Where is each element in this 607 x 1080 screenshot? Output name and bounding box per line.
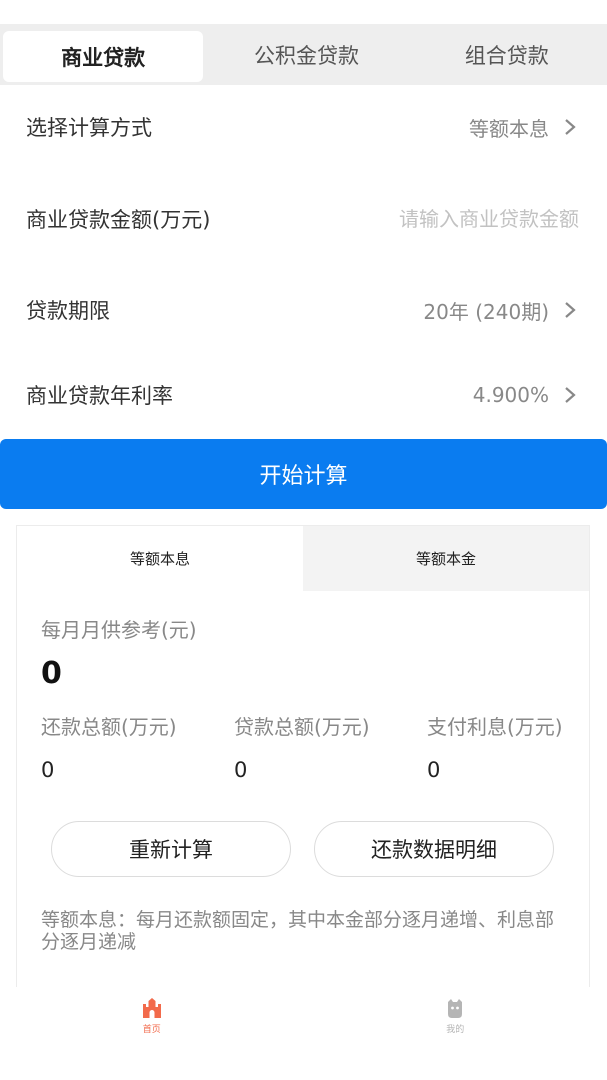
total-interest-label: 支付利息(万元) [427,715,563,739]
loan-term-value: 20年 (240期) [423,299,549,324]
recalculate-button[interactable]: 重新计算 [51,821,291,877]
monthly-payment-label: 每月月供参考(元) [41,618,197,642]
total-repayment-value: 0 [41,758,55,782]
loan-term-row[interactable]: 贷款期限 20年 (240期) [0,280,607,340]
total-loan-value: 0 [234,758,248,782]
calc-method-row[interactable]: 选择计算方式 等额本息 [0,97,607,157]
tab-provident-fund-loan[interactable]: 公积金贷款 [206,24,406,85]
interest-rate-label: 商业贷款年利率 [26,384,173,408]
repayment-method-tabs: 等额本息 等额本金 [17,526,589,591]
total-interest-stat: 支付利息(万元) 0 [427,711,563,782]
loan-type-tabs: 商业贷款 公积金贷款 组合贷款 [0,24,607,85]
monthly-payment-value: 0 [41,656,62,691]
calc-method-label: 选择计算方式 [26,116,152,140]
nav-label-home: 首页 [142,1025,161,1035]
chevron-right-icon [565,302,576,318]
interest-rate-value: 4.900% [472,383,549,407]
loan-amount-row: 商业贷款金额(万元) [0,189,607,249]
total-repayment-label: 还款总额(万元) [41,715,177,739]
tab-equal-principal[interactable]: 等额本金 [303,526,589,591]
chevron-right-icon [565,119,576,135]
avatar-icon [448,999,463,1018]
nav-label-profile: 我的 [446,1025,465,1035]
result-card: 等额本息 等额本金 每月月供参考(元) 0 还款总额(万元) 0 贷款总额(万元… [16,525,590,995]
repayment-details-button[interactable]: 还款数据明细 [314,821,554,877]
total-interest-value: 0 [427,758,441,782]
interest-rate-row[interactable]: 商业贷款年利率 4.900% [0,365,607,425]
chevron-right-icon [565,387,576,403]
tab-combined-loan[interactable]: 组合贷款 [407,24,607,85]
total-loan-label: 贷款总额(万元) [234,715,370,739]
bottom-navigation: 首页 我的 [0,987,607,1080]
total-loan-stat: 贷款总额(万元) 0 [234,711,370,782]
method-description: 等额本息：每月还款额固定，其中本金部分逐月递增、利息部分逐月递减 [41,909,555,953]
loan-amount-label: 商业贷款金额(万元) [26,208,211,232]
start-calculation-button[interactable]: 开始计算 [0,439,607,509]
tab-commercial-loan[interactable]: 商业贷款 [3,31,204,82]
loan-term-label: 贷款期限 [26,299,110,323]
nav-item-home[interactable]: 首页 [0,987,304,1080]
loan-amount-input[interactable] [337,206,581,232]
total-repayment-stat: 还款总额(万元) 0 [41,711,177,782]
calc-method-value: 等额本息 [469,116,549,141]
castle-icon [142,998,161,1018]
tab-equal-installment[interactable]: 等额本息 [17,526,303,591]
nav-item-profile[interactable]: 我的 [304,987,607,1080]
